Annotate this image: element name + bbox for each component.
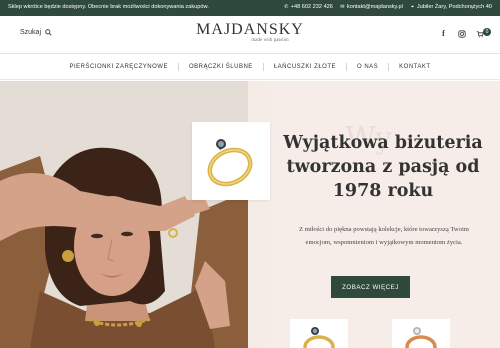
nav-contact[interactable]: KONTAKT xyxy=(399,64,430,70)
site-logo[interactable]: MAJDANSKY made with passion xyxy=(0,22,500,44)
nav-wedding-rings[interactable]: OBRĄCZKI ŚLUBNE xyxy=(189,64,253,70)
nav-about-us[interactable]: O NAS xyxy=(357,64,378,70)
contact-info: ✆ +48 602 232 426 ✉ kontakt@majdansky.pl… xyxy=(284,4,492,10)
nav-engagement-rings[interactable]: PIERŚCIONKI ZARĘCZYNOWE xyxy=(69,64,168,70)
see-more-button[interactable]: ZOBACZ WIĘCEJ xyxy=(331,276,410,298)
email-contact[interactable]: ✉ kontakt@majdansky.pl xyxy=(340,4,403,10)
store-address: Jubiler Żary, Podchorążych 40 xyxy=(416,4,492,10)
instagram-icon[interactable] xyxy=(457,29,466,38)
brand-tagline: made with passion xyxy=(251,38,289,43)
location-icon: ⌖ xyxy=(410,3,414,10)
featured-ring-image[interactable] xyxy=(192,122,270,200)
site-header: Szukaj MAJDANSKY made with passion f 0 xyxy=(0,16,500,54)
address-contact[interactable]: ⌖ Jubiler Żary, Podchorążych 40 xyxy=(410,4,492,10)
nav-divider xyxy=(346,62,347,71)
ring-thumbnail[interactable] xyxy=(290,319,348,348)
hero-title: Wyjątkowa biżuteria tworzona z pasją od … xyxy=(283,133,483,201)
email-address: kontakt@majdansky.pl xyxy=(346,4,403,10)
nav-gold-chains[interactable]: ŁAŃCUSZKI ZŁOTE xyxy=(274,64,336,70)
cart-button[interactable]: 0 xyxy=(475,28,491,38)
nav-divider xyxy=(262,62,264,71)
hero-section: Wy Wyjątkowa biżuteria tworzona z pasją … xyxy=(0,81,500,348)
phone-number: +48 602 232 426 xyxy=(290,4,333,10)
nav-divider xyxy=(177,62,179,71)
phone-contact[interactable]: ✆ +48 602 232 426 xyxy=(284,4,333,10)
announcement-text: Sklep wkrótce będzie dostępny. Obecnie b… xyxy=(8,4,209,10)
cart-count-badge: 0 xyxy=(483,28,491,36)
announcement-bar: Sklep wkrótce będzie dostępny. Obecnie b… xyxy=(0,0,500,16)
phone-icon: ✆ xyxy=(284,3,289,10)
header-icons: f 0 xyxy=(439,28,491,38)
nav-divider xyxy=(388,62,390,71)
brand-name: MAJDANSKY xyxy=(196,21,304,38)
hero-description: Z miłości do piękna powstają kolekcje, k… xyxy=(299,226,469,246)
mail-icon: ✉ xyxy=(340,3,345,10)
facebook-icon[interactable]: f xyxy=(439,29,448,38)
main-nav: PIERŚCIONKI ZARĘCZYNOWE OBRĄCZKI ŚLUBNE … xyxy=(0,54,500,80)
ring-thumbnail[interactable] xyxy=(392,319,450,348)
